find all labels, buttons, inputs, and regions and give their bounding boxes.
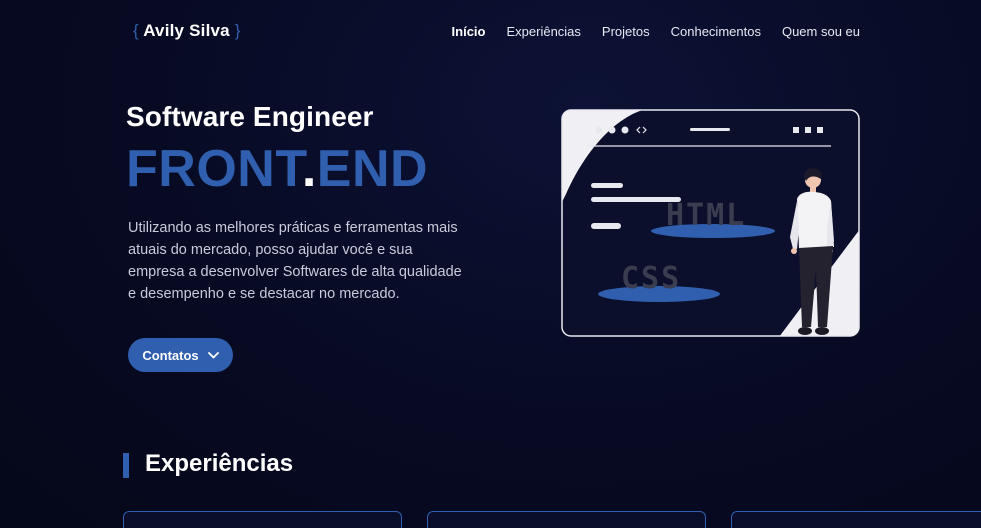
hero-illustration: HTML CSS [561,109,860,337]
address-bar [690,128,730,131]
logo[interactable]: { Avily Silva } [133,21,241,41]
logo-name: Avily Silva [143,21,230,40]
main-nav: Início Experiências Projetos Conheciment… [452,24,860,39]
hero-subtitle: Software Engineer [126,101,374,132]
chevron-down-icon [207,351,219,358]
browser-dots-icon [595,126,629,134]
experience-card[interactable] [427,511,706,528]
hero-description: Utilizando as melhores práticas e ferram… [128,220,462,302]
nav-item-projetos[interactable]: Projetos [602,24,650,39]
hero-title: FRONT.END [126,139,428,199]
nav-item-experiencias[interactable]: Experiências [506,24,580,39]
logo-open-brace: { [133,21,139,40]
nav-item-inicio[interactable]: Início [452,24,486,39]
page: { Avily Silva } Início Experiências Proj… [0,0,981,528]
nav-item-quem-sou-eu[interactable]: Quem sou eu [782,24,860,39]
contacts-button[interactable]: Contatos [128,338,233,372]
site-header: { Avily Silva } Início Experiências Proj… [133,18,860,44]
section-accent-bar [123,453,129,478]
hero-title-end: END [316,140,429,198]
nav-item-conhecimentos[interactable]: Conhecimentos [671,24,761,39]
experience-card[interactable] [731,511,981,528]
hero-title-dot: . [301,140,317,198]
html-label: HTML [666,198,746,233]
window-controls-icon [793,127,823,133]
hero-title-front: FRONT [126,140,302,198]
logo-close-brace: } [234,21,241,40]
css-label: CSS [621,261,681,296]
contacts-button-label: Contatos [142,347,199,363]
experience-card[interactable] [123,511,402,528]
experiences-section-title: Experiências [145,450,294,477]
